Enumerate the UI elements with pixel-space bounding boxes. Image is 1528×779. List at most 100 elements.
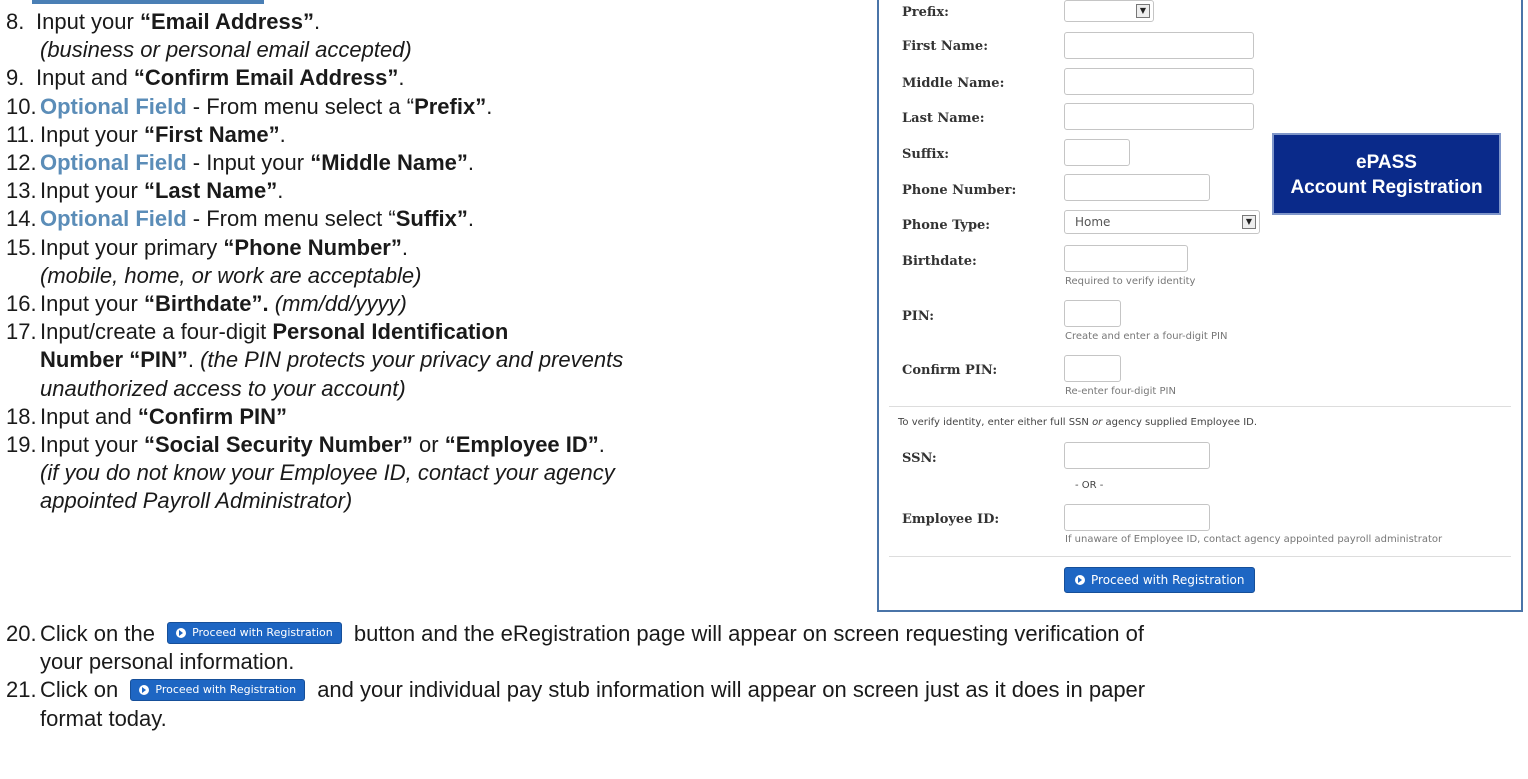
step-20: 20. Click on the Proceed with Registrati…: [6, 620, 1516, 648]
pin-input[interactable]: [1064, 300, 1121, 327]
epass-subtitle: Account Registration: [1290, 177, 1483, 198]
step-text: Input your: [40, 432, 144, 458]
step-number: 21.: [6, 677, 37, 703]
optional-tag: Optional Field: [40, 93, 187, 119]
prefix-label: Prefix:: [902, 5, 949, 20]
step-number: 14.: [6, 206, 37, 232]
arrow-circle-icon: [176, 628, 187, 639]
step-number: 18.: [6, 403, 37, 429]
step-text: Input your: [40, 121, 144, 147]
employee-id-help: If unaware of Employee ID, contact agenc…: [1065, 534, 1443, 545]
step-field: “Email Address”: [139, 9, 314, 34]
birthdate-input[interactable]: [1064, 245, 1188, 272]
last-name-label: Last Name:: [902, 111, 985, 126]
step-15-note: (mobile, home, or work are acceptable): [40, 262, 422, 288]
step-field: Number “PIN”: [40, 347, 188, 373]
confirm-pin-help: Re-enter four-digit PIN: [1065, 386, 1176, 397]
phone-type-select[interactable]: Home ▼: [1064, 210, 1260, 234]
phone-type-value: Home: [1075, 215, 1111, 229]
step-text: - From menu select “: [186, 206, 396, 232]
step-field: Personal Identification: [272, 319, 509, 345]
step-text: or: [412, 432, 445, 458]
step-number: 9.: [6, 65, 25, 91]
pin-help: Create and enter a four-digit PIN: [1065, 331, 1228, 342]
step-15: 15. Input your primary “Phone Number”.: [6, 234, 846, 262]
step-field: Suffix”: [395, 206, 468, 232]
proceed-button-inline: Proceed with Registration: [167, 622, 342, 645]
arrow-circle-icon: [139, 684, 150, 695]
step-field: “Last Name”: [143, 178, 278, 204]
step-11: 11. Input your “First Name”.: [6, 121, 846, 149]
step-20-line2: your personal information.: [40, 649, 295, 675]
divider: [889, 556, 1511, 557]
step-text: and your individual pay stub information…: [317, 677, 1146, 703]
step-text: Input and: [40, 403, 138, 429]
step-text: button and the eRegistration page will a…: [353, 621, 1144, 646]
step-text: Click on the: [40, 621, 155, 646]
step-field: “Confirm PIN”: [137, 403, 287, 429]
ssn-input[interactable]: [1064, 442, 1210, 469]
or-divider: - OR -: [1075, 480, 1104, 491]
step-punct: .: [486, 93, 493, 119]
step-text: Input/create a four-digit: [40, 319, 273, 345]
middle-name-label: Middle Name:: [902, 76, 1005, 91]
step-text: Input and: [36, 65, 134, 91]
step-text: - Input your: [186, 150, 311, 176]
step-text: Input your: [36, 9, 140, 34]
step-13: 13. Input your “Last Name”.: [6, 177, 846, 205]
phone-type-label: Phone Type:: [902, 218, 991, 233]
step-punct: .: [279, 121, 286, 147]
step-field: “Phone Number”: [223, 234, 402, 260]
prefix-select[interactable]: ▼: [1064, 0, 1154, 22]
optional-tag: Optional Field: [40, 150, 187, 176]
optional-tag: Optional Field: [40, 206, 187, 232]
step-number: 10.: [6, 93, 37, 119]
step-19: 19. Input your “Social Security Number” …: [6, 431, 846, 459]
step-text: Input your: [40, 178, 144, 204]
phone-number-input[interactable]: [1064, 174, 1210, 201]
step-field: “Employee ID”: [444, 432, 599, 458]
step-number: 17.: [6, 319, 37, 345]
verify-note-or: or: [1092, 417, 1103, 428]
last-name-input[interactable]: [1064, 103, 1254, 130]
proceed-button[interactable]: Proceed with Registration: [1064, 567, 1256, 593]
step-number: 20.: [6, 621, 37, 646]
step-21-line2: format today.: [40, 705, 167, 731]
step-field: “Birthdate”.: [143, 291, 269, 317]
step-19-note1: (if you do not know your Employee ID, co…: [40, 460, 615, 486]
step-punct: .: [598, 432, 605, 458]
step-punct: .: [398, 65, 405, 91]
step-note: (the PIN protects your privacy and preve…: [200, 347, 624, 373]
step-text: Input your: [40, 291, 144, 317]
step-punct: .: [467, 150, 475, 176]
step-punct: .: [467, 206, 474, 232]
birthdate-help: Required to verify identity: [1065, 276, 1196, 287]
step-number: 16.: [6, 291, 37, 317]
phone-number-label: Phone Number:: [902, 183, 1017, 198]
middle-name-input[interactable]: [1064, 68, 1254, 95]
step-field: “Confirm Email Address”: [133, 65, 399, 91]
confirm-pin-input[interactable]: [1064, 355, 1121, 382]
suffix-label: Suffix:: [902, 147, 949, 162]
suffix-input[interactable]: [1064, 139, 1130, 166]
epass-callout: ePASS Account Registration: [1272, 133, 1501, 215]
divider: [889, 406, 1511, 407]
step-8: 8. Input your “Email Address”.: [6, 8, 846, 36]
proceed-button-label: Proceed with Registration: [1091, 573, 1245, 587]
first-name-label: First Name:: [902, 39, 988, 54]
step-17-line3: unauthorized access to your account): [40, 375, 406, 401]
step-9: 9. Input and “Confirm Email Address”.: [6, 64, 846, 92]
step-8-note: (business or personal email accepted): [40, 37, 412, 63]
verify-note-text: agency supplied Employee ID.: [1102, 417, 1258, 428]
step-field: “Social Security Number”: [143, 432, 413, 458]
registration-form: Prefix: ▼ First Name: Middle Name: Last …: [877, 0, 1523, 612]
step-14: 14. Optional Field - From menu select “S…: [6, 205, 846, 233]
employee-id-input[interactable]: [1064, 504, 1210, 531]
step-number: 8.: [6, 9, 25, 34]
first-name-input[interactable]: [1064, 32, 1254, 59]
ssn-label: SSN:: [902, 451, 937, 466]
step-18: 18. Input and “Confirm PIN”: [6, 403, 846, 431]
confirm-pin-label: Confirm PIN:: [902, 363, 998, 378]
step-number: 19.: [6, 432, 37, 458]
step-field: Prefix”: [414, 93, 487, 119]
